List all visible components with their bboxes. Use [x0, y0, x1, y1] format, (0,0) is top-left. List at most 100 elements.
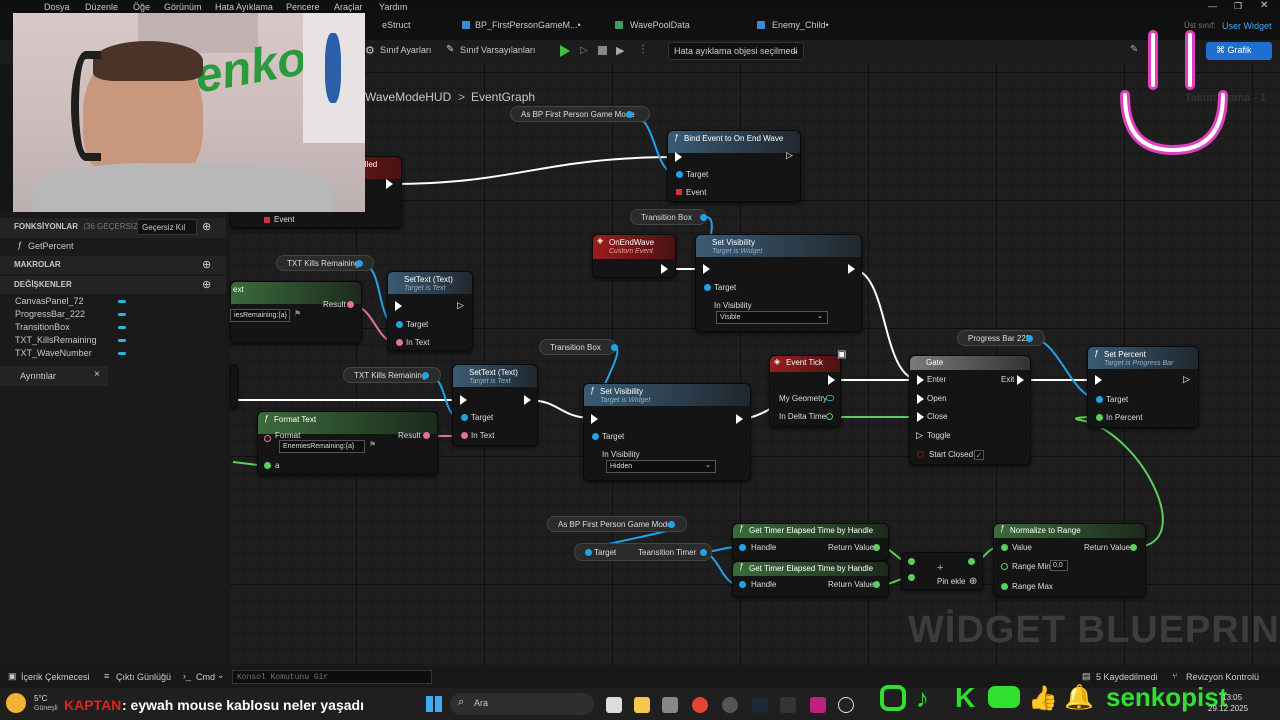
clock-time: 13:05	[1222, 693, 1243, 702]
output-pin[interactable]	[668, 521, 675, 528]
pin-label: Format	[275, 431, 301, 440]
exec-in-pin[interactable]	[675, 152, 682, 162]
result-pin[interactable]	[347, 301, 354, 308]
geometry-pin[interactable]	[826, 395, 834, 401]
normalize-title: Normalize to Range	[994, 524, 1145, 538]
target-pin[interactable]	[461, 414, 468, 421]
result-pin[interactable]	[423, 432, 430, 439]
get-timer-elapsed-node[interactable]: Get Timer Elapsed Time by Handle	[732, 561, 889, 597]
target-pin[interactable]	[1096, 396, 1103, 403]
chrome-icon[interactable]	[692, 697, 708, 713]
target-pin[interactable]	[704, 284, 711, 291]
exec-out-pin[interactable]	[736, 414, 743, 424]
cmd-dropdown[interactable]: Cmd	[196, 672, 215, 682]
output-pin[interactable]	[1026, 335, 1033, 342]
target-pin[interactable]	[396, 321, 403, 328]
visibility-dropdown[interactable]: Hidden ⌄	[606, 460, 716, 473]
app-icon[interactable]	[810, 697, 826, 713]
exec-out-pin[interactable]	[1017, 375, 1024, 385]
output-pin[interactable]	[356, 260, 363, 267]
target-pin[interactable]	[585, 549, 592, 556]
return-pin[interactable]	[1130, 544, 1137, 551]
transition-box-getter[interactable]: Transition Box	[539, 339, 616, 355]
exec-out-pin[interactable]	[524, 395, 531, 405]
format-field[interactable]: iesRemaining:{a}	[230, 309, 290, 322]
result-pin[interactable]	[968, 558, 975, 565]
format-pin[interactable]	[264, 435, 271, 442]
handle-pin[interactable]	[739, 581, 746, 588]
a-pin[interactable]	[908, 558, 915, 565]
get-timer-elapsed-node[interactable]: Get Timer Elapsed Time by Handle	[732, 523, 889, 561]
task-view-icon[interactable]	[606, 697, 622, 713]
transition-box-getter[interactable]: Transition Box	[630, 209, 707, 225]
exec-in-pin[interactable]	[1095, 375, 1102, 385]
b-pin[interactable]	[908, 574, 915, 581]
return-pin[interactable]	[873, 544, 880, 551]
output-log-button[interactable]: Çıktı Günlüğü	[116, 672, 171, 682]
format-field[interactable]: EnemiesRemaining:{a}	[279, 440, 365, 453]
exec-out-pin[interactable]	[661, 264, 668, 274]
exec-out-pin[interactable]	[828, 375, 835, 385]
range-max-pin[interactable]	[1001, 583, 1008, 590]
return-pin[interactable]	[873, 581, 880, 588]
exec-in-pin[interactable]	[917, 375, 924, 385]
range-min-pin[interactable]	[1001, 563, 1008, 570]
file-explorer-icon[interactable]	[634, 697, 650, 713]
weather-text: Güneşli	[34, 705, 58, 712]
revision-control-button[interactable]: Revizyon Kontrolü	[1186, 672, 1259, 682]
store-icon[interactable]	[662, 697, 678, 713]
exec-in-pin[interactable]	[395, 301, 402, 311]
exec-in-pin[interactable]	[591, 414, 598, 424]
a-pin[interactable]	[264, 462, 271, 469]
start-closed-pin[interactable]	[917, 451, 924, 458]
value-pin[interactable]	[1001, 544, 1008, 551]
steam-icon[interactable]	[752, 697, 768, 713]
gate-title: Gate	[910, 356, 1030, 370]
exec-in-pin[interactable]	[460, 395, 467, 405]
range-min-input[interactable]: 0,0	[1050, 560, 1068, 571]
output-pin[interactable]	[422, 372, 429, 379]
exec-in-pin[interactable]	[917, 394, 924, 404]
headset	[71, 51, 101, 161]
event-pin[interactable]	[676, 189, 682, 195]
partial-node[interactable]	[230, 364, 238, 408]
target-pin[interactable]	[676, 171, 683, 178]
exec-in-pin[interactable]: ▷	[916, 430, 923, 441]
unreal-engine-icon[interactable]	[838, 697, 854, 713]
unsaved-count[interactable]: 5 Kaydedilmedi	[1096, 672, 1158, 682]
exec-out-pin[interactable]: ▷	[786, 150, 793, 161]
exec-out-pin[interactable]: ▷	[1183, 374, 1190, 385]
gate-node[interactable]: Gate	[909, 355, 1031, 465]
console-input[interactable]	[232, 670, 432, 684]
tiktok-icon: ♪	[916, 683, 929, 713]
obs-icon[interactable]	[722, 697, 738, 713]
delta-pin[interactable]	[826, 413, 833, 420]
cast-game-mode-node[interactable]: As BP First Person Game Mode	[547, 516, 687, 532]
add-pin-icon[interactable]: ⊕	[969, 576, 977, 587]
output-pin[interactable]	[611, 344, 618, 351]
exec-out-pin[interactable]: ▷	[457, 300, 464, 311]
exec-in-pin[interactable]	[703, 264, 710, 274]
exec-in-pin[interactable]	[917, 412, 924, 422]
output-pin[interactable]	[700, 549, 707, 556]
exec-out-pin[interactable]	[848, 264, 855, 274]
pin-label: In Percent	[1106, 413, 1143, 422]
windows-start-icon[interactable]	[426, 696, 442, 712]
in-text-pin[interactable]	[396, 339, 403, 346]
in-percent-pin[interactable]	[1096, 414, 1103, 421]
add-pin-button[interactable]: Pin ekle	[937, 577, 965, 586]
in-text-pin[interactable]	[461, 432, 468, 439]
content-drawer-button[interactable]: İçerik Çekmecesi	[21, 672, 90, 682]
target-pin[interactable]	[592, 433, 599, 440]
epic-games-icon[interactable]	[780, 697, 796, 713]
start-closed-checkbox[interactable]: ✓	[974, 450, 984, 460]
exec-out-pin[interactable]	[386, 179, 393, 189]
taskbar-search[interactable]: ⌕ Ara	[450, 693, 594, 715]
set-percent-node[interactable]: Set Percent Target is Progress Bar	[1087, 346, 1199, 428]
handle-pin[interactable]	[739, 544, 746, 551]
event-pin[interactable]	[264, 217, 270, 223]
visibility-dropdown[interactable]: Visible ⌄	[716, 311, 828, 324]
output-pin[interactable]	[626, 111, 633, 118]
save-icon: ▤	[1082, 671, 1091, 681]
output-pin[interactable]	[700, 214, 707, 221]
